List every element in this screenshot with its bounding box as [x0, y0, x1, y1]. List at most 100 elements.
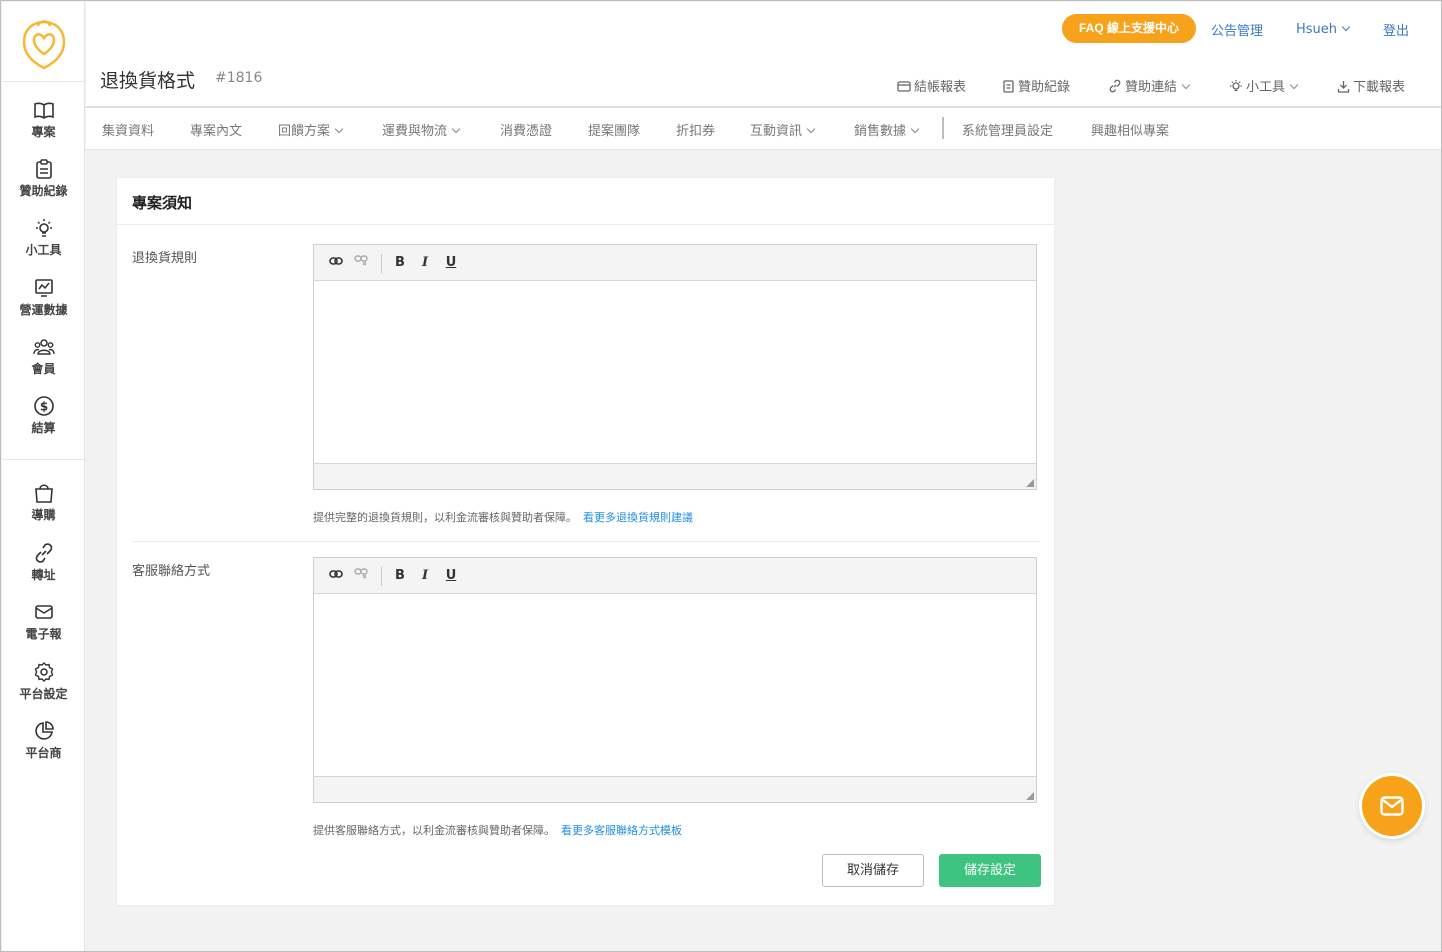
card-title: 專案須知 — [132, 194, 193, 212]
resize-handle[interactable] — [1026, 792, 1034, 800]
tab-label: 回饋方案 — [278, 124, 331, 139]
hint-text: 提供完整的退換貨規則，以利金流審核與贊助者保障。 — [313, 511, 577, 524]
sidebar-item-project[interactable]: 專案 — [2, 99, 85, 155]
tab-label: 銷售數據 — [854, 124, 907, 139]
tab-label: 集資資料 — [102, 124, 155, 139]
sidebar-divider — [2, 81, 85, 82]
sponsor-records-label: 贊助紀錄 — [1018, 80, 1071, 95]
tab-receipts[interactable]: 消費憑證 — [500, 120, 552, 139]
bold-button[interactable]: B — [391, 254, 409, 272]
save-button[interactable]: 儲存設定 — [939, 854, 1041, 887]
italic-button[interactable]: I — [416, 567, 434, 585]
tools-label: 小工具 — [1246, 80, 1286, 95]
italic-button[interactable]: I — [416, 254, 434, 272]
bold-button[interactable]: B — [391, 567, 409, 585]
tab-reward-plans[interactable]: 回饋方案 — [278, 120, 344, 139]
field-divider — [132, 541, 1040, 542]
lightbulb-icon — [35, 219, 52, 237]
project-notice-card: 專案須知 退換貨規則 B I U 提供完整的退換貨規則，以利金流審核與贊助者保障… — [116, 177, 1055, 906]
faq-support-button[interactable]: FAQ 線上支援中心 — [1062, 14, 1196, 43]
contact-fab-button[interactable] — [1362, 776, 1422, 836]
sidebar-item-label: 電子報 — [25, 627, 62, 641]
sidebar-item-members[interactable]: 會員 — [2, 336, 85, 392]
pie-icon — [34, 721, 54, 740]
tab-sales-data[interactable]: 銷售數據 — [854, 120, 920, 139]
tab-admin-settings[interactable]: 系統管理員設定 — [962, 120, 1053, 139]
gear-icon — [34, 662, 53, 682]
tab-coupons[interactable]: 折扣券 — [676, 120, 715, 139]
chevron-down-icon — [1181, 80, 1191, 90]
return-policy-label: 退換貨規則 — [132, 251, 198, 266]
toolbar-divider — [381, 567, 382, 586]
editor-toolbar: B I U — [314, 558, 1036, 594]
sidebar-item-label: 導購 — [31, 508, 56, 522]
sidebar-item-settlement[interactable]: $ 結算 — [2, 395, 85, 451]
tools-menu[interactable]: 小工具 — [1229, 76, 1299, 95]
sidebar-item-label: 平台商 — [25, 746, 62, 760]
sidebar-item-sponsor-records[interactable]: 贊助紀錄 — [2, 158, 85, 214]
hint-text: 提供客服聯絡方式，以利金流審核與贊助者保障。 — [313, 824, 555, 837]
tab-label: 興趣相似專案 — [1091, 124, 1170, 139]
editor-statusbar — [314, 463, 1036, 489]
tab-interactions[interactable]: 互動資訊 — [750, 120, 816, 139]
toolbar-divider — [381, 254, 382, 273]
download-report-link[interactable]: 下載報表 — [1337, 76, 1405, 95]
card-divider — [117, 224, 1054, 225]
underline-button[interactable]: U — [442, 254, 460, 272]
return-policy-suggestions-link[interactable]: 看更多退換貨規則建議 — [583, 511, 693, 524]
customer-service-template-link[interactable]: 看更多客服聯絡方式模板 — [561, 824, 682, 837]
tab-team[interactable]: 提案團隊 — [588, 120, 640, 139]
link-icon — [35, 543, 52, 563]
unlink-icon[interactable] — [352, 254, 370, 272]
chart-icon — [34, 279, 53, 297]
book-icon — [33, 102, 54, 119]
download-report-label: 下載報表 — [1353, 80, 1406, 95]
return-policy-textarea[interactable] — [314, 282, 1036, 463]
underline-button[interactable]: U — [442, 567, 460, 585]
sponsor-records-link[interactable]: 贊助紀錄 — [1002, 76, 1070, 95]
sponsor-link-menu[interactable]: 贊助連結 — [1108, 76, 1191, 95]
chevron-down-icon — [334, 124, 344, 134]
sidebar-item-platform-vendor[interactable]: 平台商 — [2, 720, 85, 776]
return-policy-hint: 提供完整的退換貨規則，以利金流審核與贊助者保障。 看更多退換貨規則建議 — [313, 509, 693, 525]
unlink-icon[interactable] — [352, 567, 370, 585]
link-icon[interactable] — [327, 254, 345, 272]
sidebar-item-newsletter[interactable]: 電子報 — [2, 601, 85, 657]
customer-service-label: 客服聯絡方式 — [132, 564, 211, 579]
brand-logo[interactable] — [18, 16, 70, 72]
tab-label: 提案團隊 — [588, 124, 641, 139]
announcement-link[interactable]: 公告管理 — [1211, 20, 1263, 39]
return-policy-editor: B I U — [313, 244, 1037, 490]
billing-report-link[interactable]: 結帳報表 — [897, 76, 966, 95]
sidebar-item-label: 營運數據 — [19, 303, 68, 317]
dollar-icon: $ — [33, 396, 54, 416]
customer-service-editor: B I U — [313, 557, 1037, 803]
link-icon[interactable] — [327, 567, 345, 585]
sidebar-item-shopping[interactable]: 導購 — [2, 482, 85, 538]
chevron-down-icon — [1289, 80, 1299, 90]
members-icon — [32, 339, 55, 355]
chevron-down-icon — [451, 124, 461, 134]
top-bar: FAQ 線上支援中心 公告管理 Hsueh 登出 退換貨格式 #1816 結帳報… — [86, 2, 1441, 106]
user-menu[interactable]: Hsueh — [1296, 22, 1351, 37]
logout-link[interactable]: 登出 — [1383, 20, 1409, 39]
tab-fundraising-data[interactable]: 集資資料 — [102, 120, 154, 139]
billing-report-label: 結帳報表 — [914, 80, 967, 95]
tab-project-content[interactable]: 專案內文 — [190, 120, 242, 139]
sidebar-item-platform-settings[interactable]: 平台設定 — [2, 661, 85, 717]
mail-icon — [1380, 796, 1404, 816]
customer-service-textarea[interactable] — [314, 595, 1036, 776]
resize-handle[interactable] — [1026, 479, 1034, 487]
shopping-bag-icon — [34, 484, 53, 503]
cancel-button[interactable]: 取消儲存 — [822, 854, 924, 887]
sidebar-item-analytics[interactable]: 營運數據 — [2, 277, 85, 333]
sidebar-item-tools[interactable]: 小工具 — [2, 217, 85, 273]
sidebar-item-label: 贊助紀錄 — [19, 184, 68, 198]
chevron-down-icon — [806, 124, 816, 134]
wallet-icon — [897, 81, 911, 92]
sidebar-item-label: 專案 — [31, 125, 56, 139]
tab-label: 運費與物流 — [382, 124, 448, 139]
tab-shipping[interactable]: 運費與物流 — [382, 120, 461, 139]
sidebar-item-redirect[interactable]: 轉址 — [2, 542, 85, 598]
tab-similar-projects[interactable]: 興趣相似專案 — [1091, 120, 1169, 139]
